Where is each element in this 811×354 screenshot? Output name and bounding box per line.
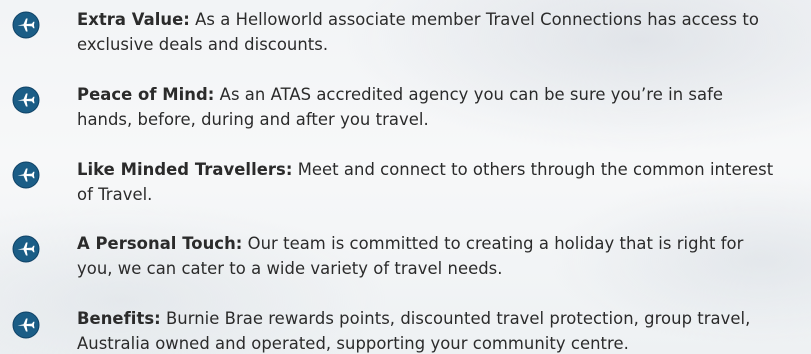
benefit-line-1: A Personal Touch: Our team is committed … [77, 231, 809, 256]
benefit-item-benefits: Benefits: Burnie Brae rewards points, di… [0, 306, 811, 354]
airplane-badge-icon [12, 311, 40, 339]
benefit-item-like-minded-travellers: Like Minded Travellers: Meet and connect… [0, 157, 811, 217]
airplane-badge-icon [12, 161, 40, 189]
benefit-line-1: Benefits: Burnie Brae rewards points, di… [77, 306, 809, 331]
airplane-badge-icon [12, 235, 40, 263]
benefit-text: Like Minded Travellers: Meet and connect… [77, 157, 809, 207]
benefit-line-1: Like Minded Travellers: Meet and connect… [77, 157, 809, 182]
benefit-description: Burnie Brae rewards points, discounted t… [160, 309, 751, 328]
benefit-line-1: Peace of Mind: As an ATAS accredited age… [77, 82, 809, 107]
benefit-line-2: hands, before, during and after you trav… [77, 110, 429, 129]
benefit-item-peace-of-mind: Peace of Mind: As an ATAS accredited age… [0, 82, 811, 142]
airplane-badge-icon [12, 86, 40, 114]
benefit-line-2: exclusive deals and discounts. [77, 35, 329, 54]
benefit-item-a-personal-touch: A Personal Touch: Our team is committed … [0, 231, 811, 291]
benefit-text: Extra Value: As a Helloworld associate m… [77, 7, 809, 57]
benefit-description: Our team is committed to creating a holi… [242, 234, 744, 253]
benefit-text: Benefits: Burnie Brae rewards points, di… [77, 306, 809, 354]
benefit-description: As a Helloworld associate member Travel … [189, 10, 759, 29]
benefit-heading: Benefits: [77, 309, 161, 328]
benefits-list: Extra Value: As a Helloworld associate m… [0, 0, 811, 354]
airplane-badge-icon [12, 11, 40, 39]
benefit-heading: Peace of Mind: [77, 85, 215, 104]
benefit-heading: Like Minded Travellers: [77, 160, 293, 179]
benefit-description: Meet and connect to others through the c… [292, 160, 774, 179]
benefit-description: As an ATAS accredited agency you can be … [214, 85, 724, 104]
benefit-heading: Extra Value: [77, 10, 190, 29]
benefit-line-2: Australia owned and operated, supporting… [77, 334, 629, 353]
benefit-line-2: you, we can cater to a wide variety of t… [77, 259, 503, 278]
benefit-line-1: Extra Value: As a Helloworld associate m… [77, 7, 809, 32]
benefit-heading: A Personal Touch: [77, 234, 243, 253]
benefit-item-extra-value: Extra Value: As a Helloworld associate m… [0, 7, 811, 67]
benefit-text: Peace of Mind: As an ATAS accredited age… [77, 82, 809, 132]
benefit-line-2: of Travel. [77, 185, 153, 204]
benefit-text: A Personal Touch: Our team is committed … [77, 231, 809, 281]
